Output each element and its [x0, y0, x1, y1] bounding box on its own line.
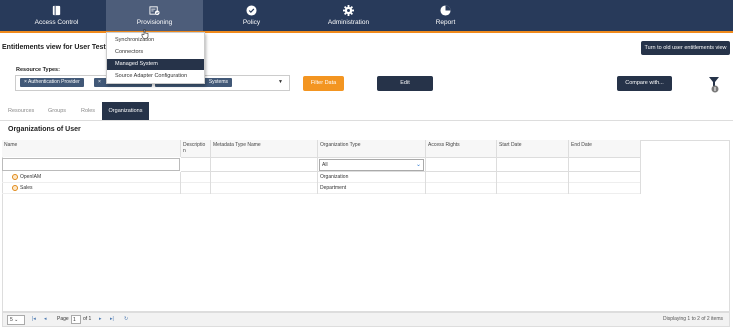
page-title: Entitlements view for User Test U	[2, 44, 113, 51]
filter-cell	[426, 157, 497, 172]
page-count-label: of 1	[83, 316, 92, 322]
table-row[interactable]: OpenIAM Organization	[2, 172, 641, 183]
organization-type-filter-value: All	[322, 162, 328, 168]
nav-provisioning-label: Provisioning	[136, 19, 173, 26]
nav-report-label: Report	[435, 19, 456, 26]
access-rights-cell	[426, 172, 497, 183]
next-page-icon[interactable]: ▸	[99, 316, 102, 322]
nav-policy-label: Policy	[242, 19, 261, 26]
book-icon	[52, 5, 61, 16]
caret-down-icon[interactable]: ▼	[278, 79, 283, 85]
page-number-input[interactable]: 1	[71, 315, 81, 324]
pagination-bar: 5 ⌄ |◂ ◂ Page 1 of 1 ▸ ▸| ↻ Displaying 1…	[2, 312, 730, 327]
resource-type-chip[interactable]: × Authentication Provider	[20, 78, 84, 87]
end-date-cell	[569, 172, 641, 183]
first-page-icon[interactable]: |◂	[32, 316, 36, 322]
previous-page-icon[interactable]: ◂	[44, 316, 47, 322]
chevron-down-icon: ⌄	[415, 162, 421, 168]
filter-cell	[569, 157, 641, 172]
name-cell: Sales	[2, 183, 181, 194]
section-title: Organizations of User	[8, 126, 81, 133]
nav-administration[interactable]: Administration	[300, 0, 397, 31]
nav-report[interactable]: Report	[397, 0, 494, 31]
row-org-type: Department	[318, 183, 426, 194]
column-header-start-date[interactable]: Start Date	[497, 140, 569, 157]
tab-divider	[0, 120, 733, 121]
filter-cell	[497, 157, 569, 172]
column-header-description[interactable]: Descriptio n	[181, 140, 211, 157]
column-header-metadata-type[interactable]: Metadata Type Name	[211, 140, 318, 157]
start-date-cell	[497, 183, 569, 194]
column-header-end-date[interactable]: End Date	[569, 140, 641, 157]
gear-icon	[343, 5, 354, 16]
menu-item-connectors[interactable]: Connectors	[107, 47, 204, 58]
resource-types-label: Resource Types:	[16, 67, 60, 73]
filter-cell	[181, 157, 211, 172]
tab-organizations[interactable]: Organizations	[102, 102, 149, 120]
end-date-cell	[569, 183, 641, 194]
filter-cell	[211, 157, 318, 172]
old-entitlements-view-button[interactable]: Turn to old user entitlements view	[641, 41, 730, 55]
compare-with-button[interactable]: Compare with...	[617, 76, 672, 91]
table-row[interactable]: Sales Department	[2, 183, 641, 194]
edit-button[interactable]: Edit	[377, 76, 433, 91]
pie-chart-icon	[440, 5, 451, 16]
menu-item-synchronization[interactable]: Synchronization	[107, 35, 204, 46]
refresh-icon[interactable]: ↻	[124, 316, 128, 322]
organization-type-filter[interactable]: All ⌄	[319, 159, 424, 171]
column-header-access-rights[interactable]: Access Rights	[426, 140, 497, 157]
tab-resources[interactable]: Resources	[8, 102, 38, 120]
filter-data-button[interactable]: Filter Data	[303, 76, 344, 91]
nav-access-control[interactable]: Access Control	[8, 0, 105, 31]
menu-item-source-adapter-configuration[interactable]: Source Adapter Configuration	[107, 71, 204, 82]
displaying-items-text: Displaying 1 to 2 of 2 items	[662, 316, 723, 322]
tab-groups[interactable]: Groups	[48, 102, 73, 120]
row-name: OpenIAM	[20, 174, 42, 180]
nav-access-control-label: Access Control	[34, 19, 79, 26]
tab-roles[interactable]: Roles	[81, 102, 101, 120]
row-org-type: Organization	[318, 172, 426, 183]
start-date-cell	[497, 172, 569, 183]
metadata-cell	[211, 183, 318, 194]
nav-policy[interactable]: Policy	[203, 0, 300, 31]
provisioning-icon	[149, 6, 160, 16]
page-size-value: 5	[10, 317, 13, 323]
provisioning-dropdown-menu: Synchronization Connectors Managed Syste…	[106, 32, 205, 84]
column-header-name[interactable]: Name	[2, 140, 181, 157]
name-filter-input[interactable]	[2, 158, 180, 171]
name-cell: OpenIAM	[2, 172, 181, 183]
access-rights-cell	[426, 183, 497, 194]
column-header-organization-type[interactable]: Organization Type	[318, 140, 426, 157]
description-cell	[181, 172, 211, 183]
menu-item-managed-system[interactable]: Managed System	[107, 59, 204, 70]
organization-icon	[12, 174, 18, 180]
metadata-cell	[211, 172, 318, 183]
last-page-icon[interactable]: ▸|	[110, 316, 114, 322]
description-cell	[181, 183, 211, 194]
top-navigation-bar: Access Control Provisioning Policy Admin…	[0, 0, 733, 33]
nav-administration-label: Administration	[327, 19, 370, 26]
row-name: Sales	[20, 185, 33, 191]
page-label: Page	[57, 316, 69, 322]
check-circle-icon	[246, 5, 257, 16]
organization-icon	[12, 185, 18, 191]
page-size-select[interactable]: 5 ⌄	[7, 315, 25, 325]
nav-provisioning[interactable]: Provisioning	[106, 0, 203, 31]
hand-cursor-icon	[141, 29, 149, 39]
filter-funnel-icon[interactable]	[708, 76, 720, 94]
